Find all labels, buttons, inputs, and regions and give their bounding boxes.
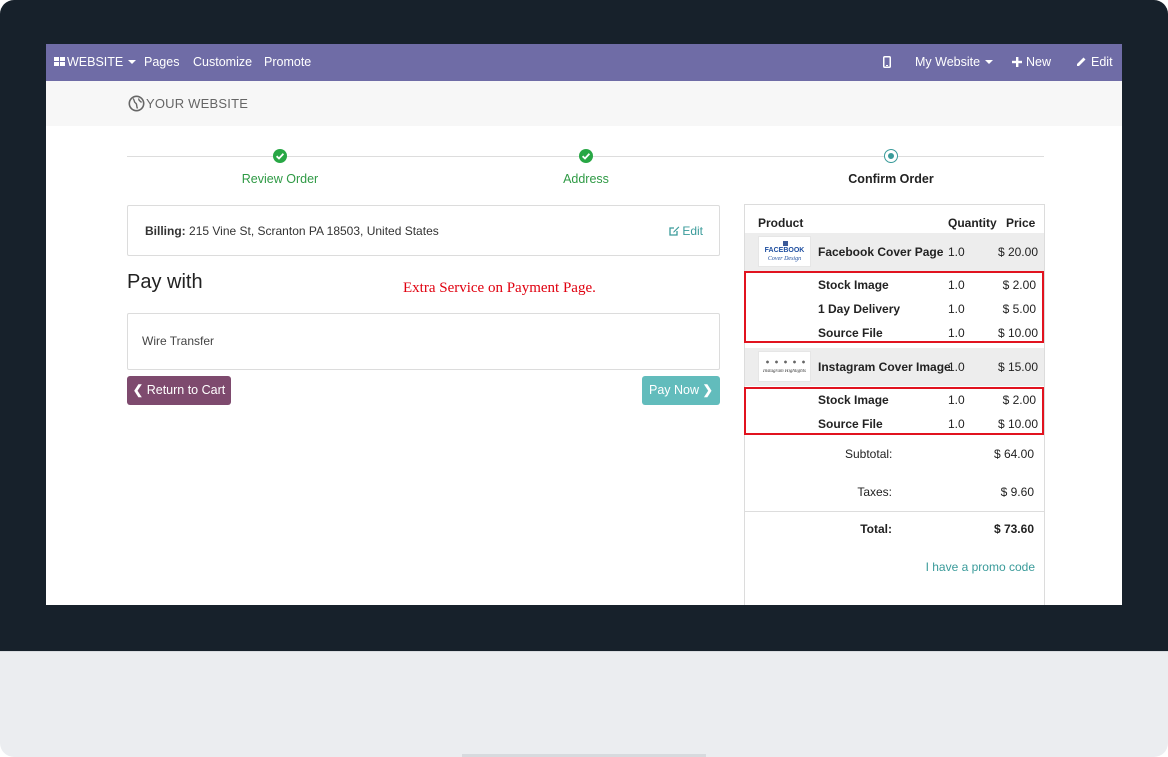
column-header-product: Product: [758, 216, 804, 230]
site-logo[interactable]: YOUR WEBSITE: [128, 95, 248, 113]
pay-now-label: Pay Now: [649, 383, 700, 397]
billing-address-value: 215 Vine St, Scranton PA 18503, United S…: [189, 224, 439, 238]
product-name: Facebook Cover Page: [818, 245, 944, 259]
my-website-label: My Website: [915, 55, 981, 69]
product-quantity: 1.0: [948, 360, 965, 374]
return-to-cart-button[interactable]: ❮ Return to Cart: [127, 376, 231, 405]
billing-address-card: Billing: 215 Vine St, Scranton PA 18503,…: [127, 205, 720, 256]
table-row: Instagram Highlights Instagram Cover Ima…: [745, 348, 1044, 386]
mobile-preview-button[interactable]: [883, 44, 891, 81]
total-value: $ 73.60: [993, 522, 1034, 536]
thumbnail-text: FACEBOOK: [764, 247, 805, 254]
customize-menu[interactable]: Customize: [193, 44, 252, 81]
thumbnail-text: Instagram Highlights: [763, 369, 806, 374]
subtotal-label: Subtotal:: [845, 447, 893, 461]
step-done-check-icon: [579, 149, 593, 163]
globe-icon: [128, 95, 145, 112]
new-button[interactable]: New: [1012, 44, 1051, 81]
chevron-left-icon: ❮: [132, 383, 144, 397]
browser-screen: WEBSITE Pages Customize Promote My Websi…: [46, 44, 1122, 605]
product-quantity: 1.0: [948, 245, 965, 259]
chevron-down-icon: [128, 60, 137, 64]
mobile-icon: [883, 56, 891, 68]
billing-label: Billing:: [145, 224, 186, 238]
payment-method-label: Wire Transfer: [142, 334, 215, 348]
step-current-dot-icon: [884, 149, 898, 163]
edit-square-icon: [669, 226, 680, 236]
edit-label: Edit: [1091, 55, 1113, 69]
total-label: Total:: [860, 522, 892, 536]
new-label: New: [1026, 55, 1052, 69]
edit-button[interactable]: Edit: [1076, 44, 1113, 81]
step-confirm-order: Confirm Order: [848, 172, 934, 186]
grid-icon: [54, 57, 65, 66]
billing-address: Billing: 215 Vine St, Scranton PA 18503,…: [145, 224, 439, 238]
billing-edit-link[interactable]: Edit: [669, 224, 703, 238]
order-summary-table: Product Quantity Price FACEBOOK Cover De…: [744, 204, 1045, 605]
payment-method-option[interactable]: Wire Transfer: [127, 313, 720, 370]
monitor-stand: [0, 651, 1168, 757]
promo-code-link[interactable]: I have a promo code: [926, 560, 1035, 574]
instagram-cover-thumbnail: Instagram Highlights: [758, 351, 811, 382]
subtotal-value: $ 64.00: [993, 447, 1034, 461]
extra-service-annotation: Extra Service on Payment Page.: [403, 280, 596, 296]
totals-divider: [745, 511, 1044, 512]
product-name: Instagram Cover Image: [818, 360, 951, 374]
step-review-order[interactable]: Review Order: [230, 172, 330, 186]
step-address[interactable]: Address: [536, 172, 636, 186]
site-header: YOUR WEBSITE: [46, 81, 1122, 126]
extra-services-highlight-box: [744, 271, 1044, 343]
facebook-cover-thumbnail: FACEBOOK Cover Design: [758, 236, 811, 267]
website-menu[interactable]: WEBSITE: [54, 44, 137, 81]
plus-icon: [1012, 57, 1022, 67]
chevron-down-icon: [985, 60, 994, 64]
billing-edit-label: Edit: [682, 224, 703, 238]
facebook-icon: [783, 241, 788, 246]
website-menu-label: WEBSITE: [67, 55, 124, 69]
table-row: FACEBOOK Cover Design Facebook Cover Pag…: [745, 233, 1044, 271]
pages-menu[interactable]: Pages: [144, 44, 179, 81]
monitor-frame: WEBSITE Pages Customize Promote My Websi…: [0, 0, 1168, 757]
thumbnail-subtext: Cover Design: [767, 256, 802, 262]
promote-menu[interactable]: Promote: [264, 44, 311, 81]
site-logo-text: YOUR WEBSITE: [146, 96, 249, 111]
admin-navbar: WEBSITE Pages Customize Promote My Websi…: [46, 44, 1122, 81]
taxes-label: Taxes:: [857, 485, 892, 499]
highlight-circles-icon: [763, 359, 807, 365]
pay-with-heading: Pay with: [127, 271, 203, 293]
step-done-check-icon: [273, 149, 287, 163]
pay-now-button[interactable]: Pay Now ❯: [642, 376, 720, 405]
extra-services-highlight-box: [744, 387, 1044, 435]
product-price: $ 20.00: [997, 245, 1038, 259]
my-website-menu[interactable]: My Website: [915, 44, 994, 81]
chevron-right-icon: ❯: [702, 383, 713, 397]
pencil-icon: [1077, 57, 1086, 66]
column-header-price: Price: [1006, 216, 1036, 230]
column-header-quantity: Quantity: [948, 216, 997, 230]
product-price: $ 15.00: [997, 360, 1038, 374]
return-to-cart-label: Return to Cart: [146, 383, 226, 397]
taxes-value: $ 9.60: [1000, 485, 1034, 499]
